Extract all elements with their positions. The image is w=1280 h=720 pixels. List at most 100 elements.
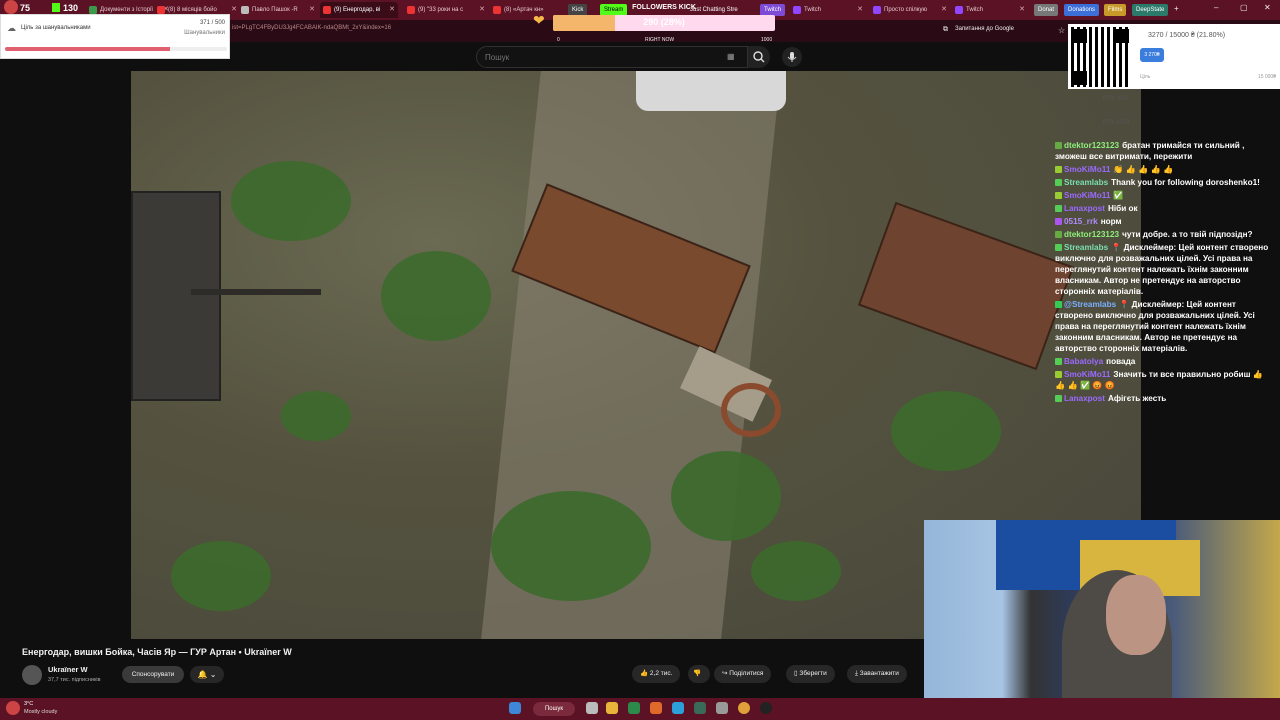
save-button[interactable]: ▯ Зберегти <box>786 665 835 683</box>
weather-icon <box>6 701 20 715</box>
notification-bell-button[interactable]: 🔔 ⌄ <box>190 666 224 683</box>
star-icon[interactable]: ☆ <box>1058 26 1065 35</box>
taskbar <box>0 698 1280 720</box>
new-tab-icon[interactable]: + <box>1174 4 1179 13</box>
chat-username: Lanaxpost <box>1064 204 1105 213</box>
close-icon[interactable]: ✕ <box>309 2 315 18</box>
sponsor-button[interactable]: Спонсорувати <box>122 666 184 683</box>
chat-message: dtektor123123 чути добре. а то твій підпо… <box>1055 229 1275 240</box>
ext-donat[interactable]: Donat <box>1034 4 1059 16</box>
search-input[interactable]: Пошук <box>476 46 748 68</box>
weather-temp[interactable]: 3°C <box>24 701 33 707</box>
ext-donations[interactable]: Donations <box>1064 4 1100 16</box>
share-button[interactable]: ↪ Поділитися <box>714 665 772 683</box>
chat-username: Babatolya <box>1064 357 1104 366</box>
download-button[interactable]: ⤓ Завантажити <box>847 665 907 683</box>
channel-name[interactable]: Ukraïner W <box>48 665 88 674</box>
bush <box>171 541 271 611</box>
taskbar-search[interactable]: Пошук <box>533 702 575 716</box>
chat-message: Streamlabs 📍 Дисклеймер: Цей контент ство… <box>1055 242 1275 297</box>
thumbs-down-icon: 👎 <box>693 670 702 677</box>
chat-username: Lanaxpost <box>1064 394 1105 403</box>
chat-message: Streamlabs Thank you for following dorosh… <box>1055 177 1275 188</box>
chat-message: Lanaxpost Афігєть жесть <box>1055 393 1275 404</box>
app-icon[interactable] <box>694 702 706 714</box>
chat-badge-icon <box>1055 395 1062 402</box>
windows-start-icon[interactable] <box>509 702 521 714</box>
chat-username: 0515_rrk <box>1064 217 1098 226</box>
close-icon[interactable]: ✕ <box>479 2 485 18</box>
voice-search-button[interactable] <box>782 47 802 67</box>
close-icon[interactable]: ✕ <box>1019 2 1025 18</box>
channel-avatar[interactable] <box>22 665 42 685</box>
subscriber-count: 37,7 тис. підписників <box>48 677 101 683</box>
chrome-icon[interactable] <box>738 702 750 714</box>
tab-33-years[interactable]: (9) "33 роки на с ✕ <box>404 2 488 18</box>
chat-message: Lanaxpost Ніби ок <box>1055 203 1275 214</box>
chat-text: норм <box>1100 217 1122 226</box>
chat-text: Афігєть жесть <box>1107 394 1167 403</box>
close-icon[interactable]: ✕ <box>231 2 237 18</box>
tab-twitch-2[interactable]: Twitch ✕ <box>952 2 1028 18</box>
search-button[interactable] <box>748 46 770 68</box>
cast-icon[interactable]: ⧉ <box>943 26 948 34</box>
fan-goal-count: 371 / 500 <box>199 20 225 26</box>
ext-films[interactable]: Films <box>1104 4 1127 16</box>
file-explorer-icon[interactable] <box>606 702 618 714</box>
keyboard-icon[interactable]: ▦ <box>727 52 735 61</box>
chat-message: @Streamlabs 📍 Дисклеймер: Цей контент ств… <box>1055 299 1275 354</box>
tab-enerhodar[interactable]: (9) Енергодар, ві ✕ <box>320 2 398 18</box>
bush <box>751 541 841 601</box>
fan-goal-sub: Шанувальники <box>184 30 225 36</box>
dislike-button[interactable]: 👎 <box>688 665 710 683</box>
google-ask-button[interactable]: Запитання до Google <box>955 26 1014 32</box>
chat-username: Streamlabs <box>1064 243 1109 252</box>
kick-goal-value: 290 (28%) <box>643 17 685 27</box>
ext-deepstate[interactable]: DeepState <box>1132 4 1169 16</box>
kick-followers-goal: FOLLOWERS KICK 290 (28%) 0 RIGHT NOW 100… <box>553 4 775 43</box>
url-text[interactable]: ist=PLgTC4FByDU3Jg4FCABAIK-ndaQBMt_2xY&i… <box>232 25 391 31</box>
youtube-icon <box>323 6 331 14</box>
bush <box>231 161 351 241</box>
maximize-icon[interactable]: ▢ <box>1240 3 1248 12</box>
weather-status[interactable]: Mostly cloudy <box>24 709 57 715</box>
donation-goal-label: 3270 / 15000 ₴ (21.80%) <box>1148 32 1226 39</box>
counter-a: 75 <box>20 3 31 13</box>
twitch-icon <box>873 6 881 14</box>
fan-goal-progress <box>5 47 227 51</box>
counter-b: 130 <box>63 3 79 13</box>
edge-icon[interactable] <box>628 702 640 714</box>
chat-badge-icon <box>1055 166 1062 173</box>
donation-goal-min: Ціль <box>1140 74 1151 80</box>
chat-username: Streamlabs <box>1064 178 1109 187</box>
minimize-icon[interactable]: – <box>1214 3 1218 12</box>
like-button[interactable]: 👍 2,2 тис. <box>632 665 681 683</box>
kick-icon <box>52 3 60 12</box>
firefox-icon[interactable] <box>650 702 662 714</box>
twitch-icon <box>955 6 963 14</box>
tab-prosto[interactable]: Просто спілкую ✕ <box>870 2 950 18</box>
chat-badge-icon <box>1055 231 1062 238</box>
close-icon[interactable]: ✕ <box>941 2 947 18</box>
close-icon[interactable]: ✕ <box>857 2 863 18</box>
obs-icon[interactable] <box>716 702 728 714</box>
chat-message: SmoKiMo11 Значить ти все правильно робиш … <box>1055 369 1275 391</box>
chat-message: SmoKiMo11 👏 👍 👍 👍 👍 <box>1055 164 1275 175</box>
close-window-icon[interactable]: ✕ <box>1264 3 1271 12</box>
obs-studio-icon[interactable] <box>760 702 772 714</box>
chat-message: SmoKiMo11 ✅ <box>1055 190 1275 201</box>
telegram-icon[interactable] <box>672 702 684 714</box>
fan-goal-title: Ціль за шанувальниками <box>21 25 91 31</box>
chat-username: dtektor123123 <box>1064 141 1120 150</box>
task-view-icon[interactable] <box>586 702 598 714</box>
tab-pavlo[interactable]: Павло Пашок -R ✕ <box>238 2 318 18</box>
chat-badge-icon <box>1055 179 1062 186</box>
rtx-vsr-label: RTX VSR <box>1103 96 1129 102</box>
heart-icon: ❤ <box>533 12 545 28</box>
video-title: Енергодар, вишки Бойка, Часів Яр — ГУР А… <box>22 647 292 657</box>
donation-goal-chip: 3 270₴ <box>1140 48 1164 62</box>
chat-text: чути добре. а то твій підпозідн? <box>1122 230 1253 239</box>
bush <box>671 451 781 541</box>
close-icon[interactable]: ✕ <box>389 2 395 18</box>
tab-twitch-1[interactable]: Twitch ✕ <box>790 2 866 18</box>
